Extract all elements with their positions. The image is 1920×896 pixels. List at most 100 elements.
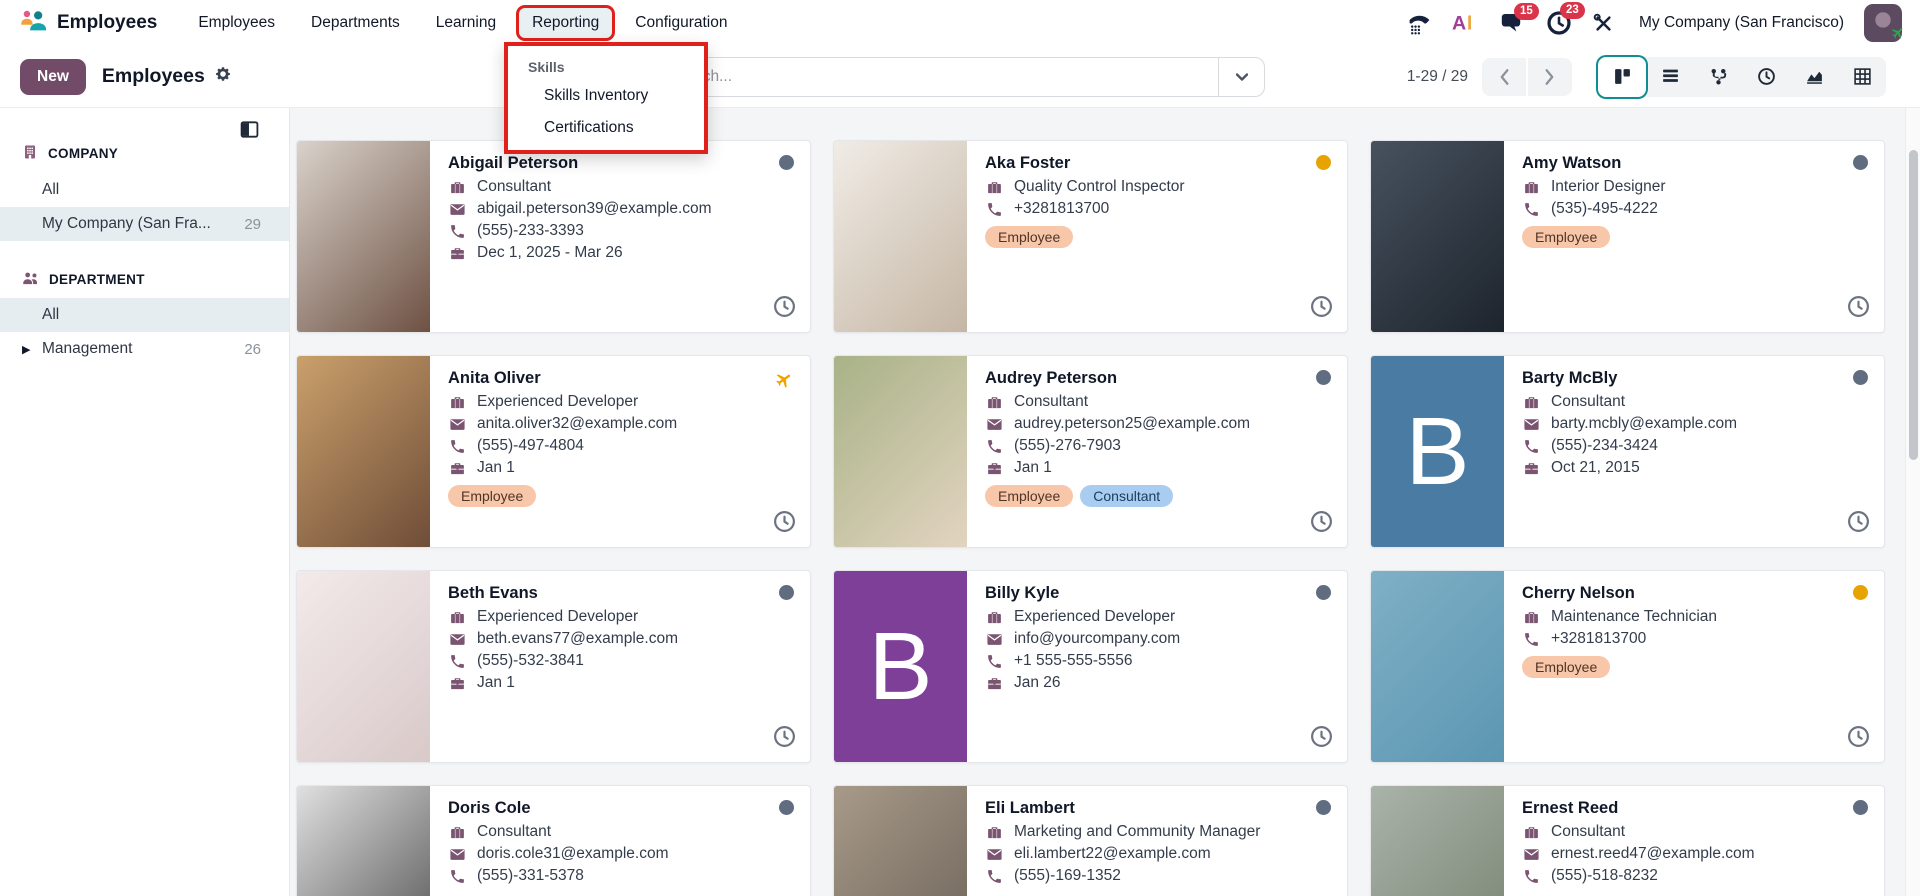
sidebar-item-management[interactable]: ▶Management26 [0, 332, 289, 366]
employee-card[interactable]: Eli LambertMarketing and Community Manag… [833, 785, 1348, 896]
menu-item-configuration[interactable]: Configuration [622, 8, 740, 38]
panel-toggle-icon[interactable] [240, 120, 259, 144]
presence-status-dot[interactable] [779, 585, 794, 600]
presence-status-dot[interactable] [1316, 800, 1331, 815]
employee-date-row: Jan 1 [985, 459, 1301, 477]
schedule-activity-clock-icon[interactable] [1309, 724, 1334, 752]
employee-phone[interactable]: (555)-497-4804 [477, 437, 584, 455]
employee-phone[interactable]: (555)-518-8232 [1551, 867, 1658, 885]
employee-card[interactable]: Cherry NelsonMaintenance Technician+3281… [1370, 570, 1885, 763]
employee-card[interactable]: Anita OliverExperienced Developeranita.o… [296, 355, 811, 548]
presence-status-dot[interactable] [1853, 155, 1868, 170]
messages-icon[interactable]: 15 [1500, 11, 1526, 35]
presence-status-dot[interactable] [1316, 370, 1331, 385]
graph-view-button[interactable] [1790, 57, 1838, 97]
schedule-activity-clock-icon[interactable] [772, 294, 797, 322]
presence-status-dot[interactable] [1316, 585, 1331, 600]
presence-status-dot[interactable] [1853, 585, 1868, 600]
hierarchy-view-button[interactable] [1694, 57, 1742, 97]
employee-phone[interactable]: +1 555-555-5556 [1014, 652, 1133, 670]
menu-item-employees[interactable]: Employees [185, 8, 288, 38]
employee-email[interactable]: anita.oliver32@example.com [477, 415, 677, 433]
employee-card-body: Ernest ReedConsultanternest.reed47@examp… [1504, 786, 1884, 896]
employee-phone[interactable]: +3281813700 [1551, 630, 1646, 648]
employee-job-row: Consultant [448, 178, 764, 196]
employee-card[interactable]: Aka FosterQuality Control Inspector+3281… [833, 140, 1348, 333]
employee-email[interactable]: barty.mcbly@example.com [1551, 415, 1737, 433]
dropdown-items: Skills InventoryCertifications [508, 80, 704, 150]
employee-phone[interactable]: (555)-233-3393 [477, 222, 584, 240]
employee-email-row: audrey.peterson25@example.com [985, 415, 1301, 433]
kanban-view-button[interactable] [1598, 57, 1646, 97]
sidebar-item-all[interactable]: All [0, 173, 289, 207]
employee-job-row: Experienced Developer [985, 608, 1301, 626]
schedule-activity-clock-icon[interactable] [1846, 724, 1871, 752]
ai-icon[interactable]: A l [1452, 11, 1480, 35]
employee-phone[interactable]: (555)-331-5378 [477, 867, 584, 885]
employee-phone[interactable]: (555)-532-3841 [477, 652, 584, 670]
phone-icon[interactable] [1407, 11, 1432, 36]
vertical-scrollbar[interactable] [1905, 108, 1920, 896]
list-view-button[interactable] [1646, 57, 1694, 97]
presence-status-dot[interactable] [779, 155, 794, 170]
menu-item-learning[interactable]: Learning [423, 8, 509, 38]
employee-email[interactable]: audrey.peterson25@example.com [1014, 415, 1250, 433]
employee-email[interactable]: ernest.reed47@example.com [1551, 845, 1755, 863]
employee-email[interactable]: doris.cole31@example.com [477, 845, 669, 863]
search-filters-toggle[interactable] [1218, 58, 1264, 96]
employee-email-row: ernest.reed47@example.com [1522, 845, 1838, 863]
app-brand[interactable]: Employees [18, 6, 157, 41]
scrollbar-thumb[interactable] [1909, 150, 1918, 460]
employee-card[interactable]: Doris ColeConsultantdoris.cole31@example… [296, 785, 811, 896]
sidebar-item-my-company-san-fra-[interactable]: My Company (San Fra...29 [0, 207, 289, 241]
employee-email[interactable]: eli.lambert22@example.com [1014, 845, 1211, 863]
search-input[interactable] [656, 68, 1218, 86]
presence-status-dot[interactable] [779, 800, 794, 815]
employee-card[interactable]: Audrey PetersonConsultantaudrey.peterson… [833, 355, 1348, 548]
employee-card[interactable]: Ernest ReedConsultanternest.reed47@examp… [1370, 785, 1885, 896]
gear-icon[interactable] [214, 65, 232, 88]
employee-phone[interactable]: (535)-495-4222 [1551, 200, 1658, 218]
expand-caret-icon[interactable]: ▶ [22, 343, 42, 356]
employee-card[interactable]: Beth EvansExperienced Developerbeth.evan… [296, 570, 811, 763]
employee-email[interactable]: abigail.peterson39@example.com [477, 200, 712, 218]
activities-icon[interactable]: 23 [1546, 10, 1572, 36]
dropdown-item-certifications[interactable]: Certifications [508, 112, 704, 150]
schedule-activity-clock-icon[interactable] [772, 509, 797, 537]
presence-status-dot[interactable] [1316, 155, 1331, 170]
employee-phone[interactable]: (555)-276-7903 [1014, 437, 1121, 455]
employee-name: Anita Oliver [448, 369, 764, 388]
menu-item-departments[interactable]: Departments [298, 8, 413, 38]
pager-next-button[interactable] [1528, 58, 1572, 96]
user-avatar[interactable] [1864, 4, 1902, 42]
employee-card[interactable]: BBarty McBlyConsultantbarty.mcbly@exampl… [1370, 355, 1885, 548]
employee-email-row: barty.mcbly@example.com [1522, 415, 1838, 433]
employee-email[interactable]: info@yourcompany.com [1014, 630, 1180, 648]
debug-tools-icon[interactable] [1592, 12, 1615, 35]
employee-phone[interactable]: (555)-169-1352 [1014, 867, 1121, 885]
presence-status-dot[interactable] [1853, 370, 1868, 385]
pager-previous-button[interactable] [1482, 58, 1526, 96]
dropdown-item-skills-inventory[interactable]: Skills Inventory [508, 80, 704, 112]
employee-card[interactable]: BBilly KyleExperienced Developerinfo@you… [833, 570, 1348, 763]
presence-status-dot[interactable] [1853, 800, 1868, 815]
menu-item-reporting[interactable]: Reporting [519, 8, 612, 38]
schedule-activity-clock-icon[interactable] [1846, 509, 1871, 537]
pivot-view-button[interactable] [1838, 57, 1886, 97]
employee-email[interactable]: beth.evans77@example.com [477, 630, 678, 648]
employee-name: Cherry Nelson [1522, 584, 1838, 603]
activity-view-button[interactable] [1742, 57, 1790, 97]
app-title: Employees [57, 12, 157, 34]
schedule-activity-clock-icon[interactable] [772, 724, 797, 752]
employee-card[interactable]: Amy WatsonInterior Designer(535)-495-422… [1370, 140, 1885, 333]
new-button[interactable]: New [20, 59, 86, 95]
employee-phone[interactable]: +3281813700 [1014, 200, 1109, 218]
schedule-activity-clock-icon[interactable] [1309, 509, 1334, 537]
sidebar-item-all[interactable]: All [0, 298, 289, 332]
on-leave-plane-icon[interactable] [775, 370, 794, 394]
schedule-activity-clock-icon[interactable] [1846, 294, 1871, 322]
employee-phone[interactable]: (555)-234-3424 [1551, 437, 1658, 455]
schedule-activity-clock-icon[interactable] [1309, 294, 1334, 322]
company-switcher[interactable]: My Company (San Francisco) [1639, 14, 1844, 32]
employee-card[interactable]: Abigail PetersonConsultantabigail.peters… [296, 140, 811, 333]
